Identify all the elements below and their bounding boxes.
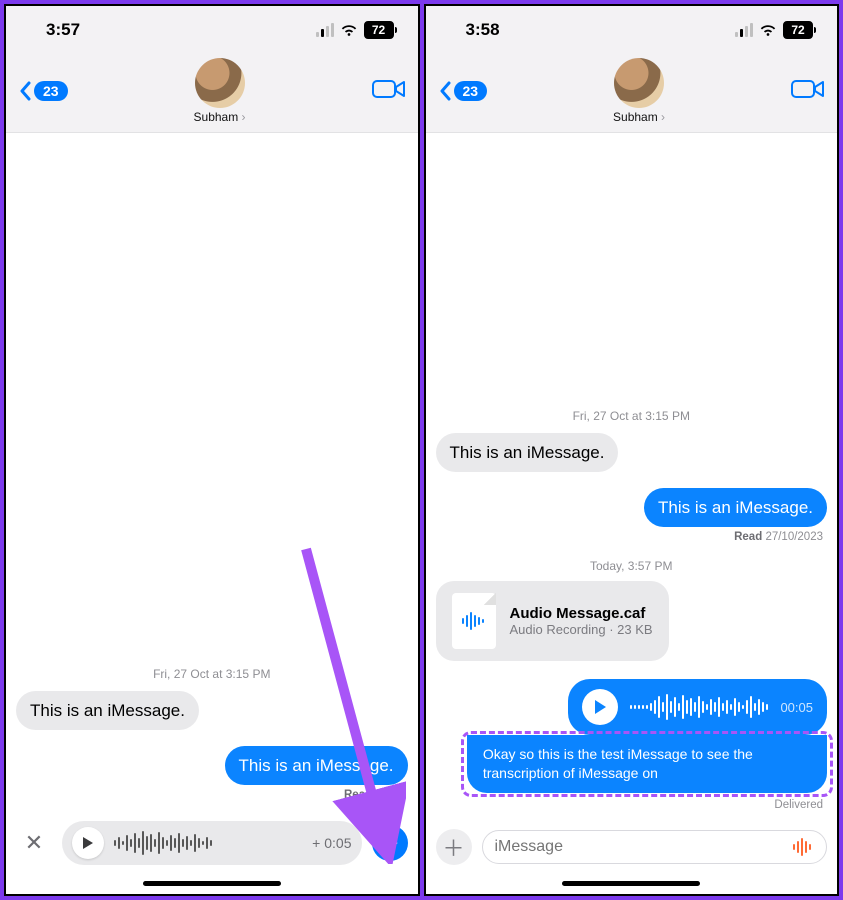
read-receipt: Rea 0/2023	[344, 789, 404, 801]
audio-duration: 00:05	[780, 700, 813, 715]
cancel-audio-button[interactable]: ✕	[16, 825, 52, 861]
wifi-icon	[340, 23, 358, 37]
message-bubble-incoming[interactable]: This is an iMessage.	[16, 691, 199, 730]
clock: 3:57	[46, 20, 80, 40]
contact-name: Subham	[194, 110, 246, 124]
cellular-signal-icon	[316, 23, 334, 37]
play-icon	[593, 699, 607, 715]
compose-bar: ＋	[426, 819, 838, 875]
battery-indicator: 72	[783, 21, 813, 39]
status-bar: 3:57 72	[6, 6, 418, 54]
audio-record-icon[interactable]	[792, 838, 814, 856]
battery-indicator: 72	[364, 21, 394, 39]
play-button[interactable]	[72, 827, 104, 859]
contact-header[interactable]: Subham	[613, 58, 665, 124]
apps-button[interactable]: ＋	[436, 829, 472, 865]
play-icon	[82, 836, 94, 850]
transcription-bubble[interactable]: Okay so this is the test iMessage to see…	[467, 735, 827, 793]
audio-message-outgoing[interactable]: 00:05	[568, 679, 827, 735]
facetime-button[interactable]	[372, 78, 406, 105]
audio-duration: + 0:05	[312, 835, 351, 851]
message-bubble-incoming[interactable]: This is an iMessage.	[436, 433, 619, 472]
delivery-status: Delivered	[774, 799, 823, 811]
date-header: Fri, 27 Oct at 3:15 PM	[16, 667, 408, 681]
back-button[interactable]: 23	[438, 81, 488, 101]
chevron-left-icon	[18, 81, 32, 101]
contact-header[interactable]: Subham	[194, 58, 246, 124]
read-receipt: Read 27/10/2023	[734, 531, 823, 543]
status-bar: 3:58 72	[426, 6, 838, 54]
avatar	[195, 58, 245, 108]
chevron-left-icon	[438, 81, 452, 101]
message-bubble-outgoing[interactable]: This is an iMessage.	[644, 488, 827, 527]
attachment-subtitle: Audio Recording · 23 KB	[510, 622, 653, 637]
waveform-icon	[114, 831, 302, 855]
date-header: Fri, 27 Oct at 3:15 PM	[436, 409, 828, 423]
back-button[interactable]: 23	[18, 81, 68, 101]
message-bubble-outgoing[interactable]: This is an iMessage.	[225, 746, 408, 785]
home-indicator	[143, 881, 281, 886]
nav-header: 23 Subham	[6, 54, 418, 133]
audio-wave-icon	[461, 611, 487, 631]
nav-header: 23 Subham	[426, 54, 838, 133]
cellular-signal-icon	[735, 23, 753, 37]
unread-badge: 23	[34, 81, 68, 101]
avatar	[614, 58, 664, 108]
message-input-pill[interactable]	[482, 830, 828, 864]
audio-attachment-card[interactable]: Audio Message.caf Audio Recording · 23 K…	[436, 581, 669, 661]
message-input[interactable]	[495, 838, 785, 856]
unread-badge: 23	[454, 81, 488, 101]
play-button[interactable]	[582, 689, 618, 725]
video-icon	[791, 78, 825, 100]
waveform-icon	[630, 694, 768, 720]
wifi-icon	[759, 23, 777, 37]
video-icon	[372, 78, 406, 100]
audio-preview-pill[interactable]: + 0:05	[62, 821, 362, 865]
facetime-button[interactable]	[791, 78, 825, 105]
clock: 3:58	[466, 20, 500, 40]
attachment-title: Audio Message.caf	[510, 605, 653, 622]
date-header: Today, 3:57 PM	[436, 559, 828, 573]
contact-name: Subham	[613, 110, 665, 124]
document-thumb	[452, 593, 496, 649]
home-indicator	[562, 881, 700, 886]
audio-preview-bar: ✕ + 0:05	[6, 809, 418, 875]
send-button[interactable]	[372, 825, 408, 861]
arrow-up-icon	[382, 834, 398, 852]
